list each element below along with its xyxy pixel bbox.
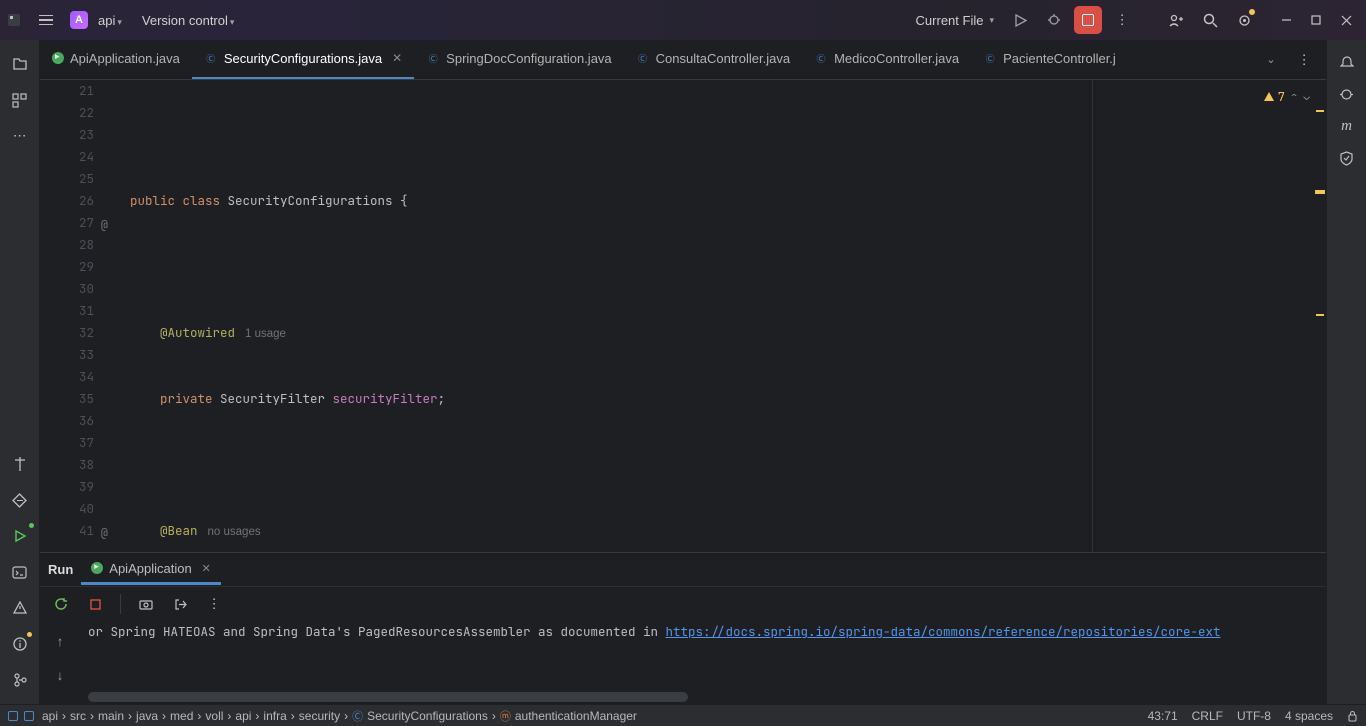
right-toolwindow-strip: m bbox=[1326, 40, 1366, 704]
horizontal-scrollbar[interactable] bbox=[88, 692, 688, 702]
run-toolwindow: Run ApiApplication ✕ ⋮ ↑ ↓ or Spring HAT… bbox=[40, 552, 1326, 704]
tab-pacientecontroller[interactable]: ⒸPacienteController.j bbox=[971, 40, 1128, 80]
tab-consultacontroller[interactable]: ⒸConsultaController.java bbox=[624, 40, 802, 80]
project-name[interactable]: api▾ bbox=[98, 13, 122, 28]
run-tool-button[interactable] bbox=[4, 520, 36, 552]
maximize-button[interactable] bbox=[1302, 6, 1330, 34]
close-icon[interactable]: ✕ bbox=[202, 562, 211, 575]
rerun-button[interactable] bbox=[48, 591, 74, 617]
vcs-tool-button[interactable] bbox=[4, 664, 36, 696]
settings-button[interactable] bbox=[1230, 6, 1258, 34]
line-separator[interactable]: CRLF bbox=[1192, 709, 1223, 723]
error-stripe[interactable] bbox=[1314, 80, 1326, 552]
build-tool-button[interactable] bbox=[4, 628, 36, 660]
statusbar: api›src›main›java›med›voll›api›infra›sec… bbox=[0, 704, 1366, 726]
tabs-more-button[interactable]: ⋮ bbox=[1290, 46, 1318, 74]
file-encoding[interactable]: UTF-8 bbox=[1237, 709, 1271, 723]
readonly-lock-icon[interactable] bbox=[1347, 710, 1358, 722]
titlebar: A api▾ Version control▾ Current File▾ ⋮ bbox=[0, 0, 1366, 40]
main-menu-button[interactable] bbox=[32, 6, 60, 34]
tab-springdocconfiguration[interactable]: ⒸSpringDocConfiguration.java bbox=[414, 40, 623, 80]
problems-tool-button[interactable] bbox=[4, 592, 36, 624]
breadcrumbs[interactable]: api›src›main›java›med›voll›api›infra›sec… bbox=[24, 708, 1142, 724]
debug-button[interactable] bbox=[1040, 6, 1068, 34]
search-everywhere-button[interactable] bbox=[1196, 6, 1224, 34]
close-icon[interactable]: ✕ bbox=[392, 51, 402, 65]
indent-widget[interactable]: 4 spaces bbox=[1285, 709, 1333, 723]
tabs-dropdown-button[interactable]: ⌄ bbox=[1256, 46, 1284, 74]
more-tools-button[interactable]: ⋯ bbox=[4, 120, 36, 152]
terminal-tool-button[interactable] bbox=[4, 556, 36, 588]
run-config-selector[interactable]: Current File▾ bbox=[916, 13, 994, 28]
run-tab-apiapplication[interactable]: ApiApplication ✕ bbox=[81, 555, 221, 585]
run-stop-button[interactable] bbox=[82, 591, 108, 617]
tab-medicocontroller[interactable]: ⒸMedicoController.java bbox=[802, 40, 971, 80]
maven-tool-button[interactable]: m bbox=[1333, 112, 1361, 140]
inspections-widget[interactable]: 7 ⌃⌄ bbox=[1263, 86, 1310, 108]
ai-assistant-button[interactable] bbox=[1333, 80, 1361, 108]
code-with-me-button[interactable] bbox=[1162, 6, 1190, 34]
bookmarks-tool-button[interactable] bbox=[4, 448, 36, 480]
run-button[interactable] bbox=[1006, 6, 1034, 34]
run-more-button[interactable]: ⋮ bbox=[201, 591, 227, 617]
scroll-to-top-button[interactable]: ↑ bbox=[46, 627, 74, 655]
app-icon[interactable] bbox=[6, 12, 22, 28]
screenshot-button[interactable] bbox=[133, 591, 159, 617]
gutter[interactable]: 21222324252627@2829303132333435363738394… bbox=[40, 80, 102, 552]
close-button[interactable] bbox=[1332, 6, 1360, 34]
code-area[interactable]: 7 ⌃⌄ public class SecurityConfigurations… bbox=[102, 80, 1326, 552]
minimize-button[interactable] bbox=[1272, 6, 1300, 34]
caret-position[interactable]: 43:71 bbox=[1148, 709, 1178, 723]
exit-button[interactable] bbox=[167, 591, 193, 617]
project-badge[interactable]: A bbox=[70, 11, 88, 29]
run-toolbar: ⋮ bbox=[40, 587, 1326, 621]
project-tool-button[interactable] bbox=[4, 48, 36, 80]
notifications-button[interactable] bbox=[1333, 48, 1361, 76]
tab-securityconfigurations[interactable]: ⒸSecurityConfigurations.java✕ bbox=[192, 40, 414, 80]
coverage-tool-button[interactable] bbox=[1333, 144, 1361, 172]
left-toolwindow-strip: ⋯ bbox=[0, 40, 40, 704]
structure-tool-button[interactable] bbox=[4, 84, 36, 116]
output-link[interactable]: https://docs.spring.io/spring-data/commo… bbox=[666, 623, 1221, 640]
more-actions-button[interactable]: ⋮ bbox=[1108, 6, 1136, 34]
toolwindow-icon[interactable] bbox=[8, 711, 18, 721]
tab-apiapplication[interactable]: ApiApplication.java bbox=[40, 40, 192, 80]
scroll-to-end-button[interactable]: ↓ bbox=[46, 661, 74, 689]
vcs-widget[interactable]: Version control▾ bbox=[142, 13, 235, 28]
services-tool-button[interactable] bbox=[4, 484, 36, 516]
editor[interactable]: 21222324252627@2829303132333435363738394… bbox=[40, 80, 1326, 552]
run-output[interactable]: or Spring HATEOAS and Spring Data's Page… bbox=[80, 621, 1326, 704]
editor-tabs: ApiApplication.java ⒸSecurityConfigurati… bbox=[40, 40, 1326, 80]
stop-button[interactable] bbox=[1074, 6, 1102, 34]
run-title: Run bbox=[48, 562, 73, 577]
